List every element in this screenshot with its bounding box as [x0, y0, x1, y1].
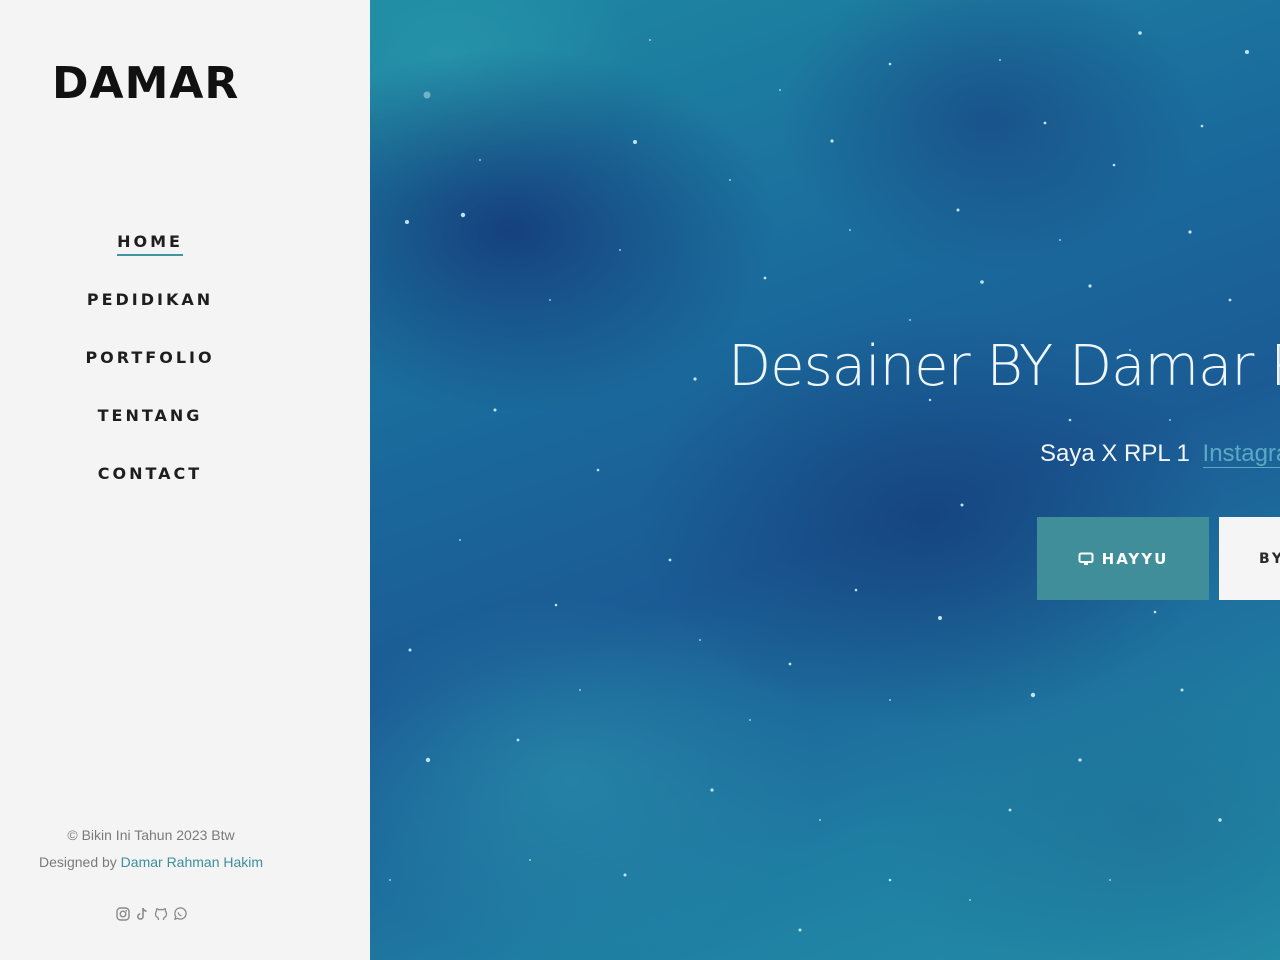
site-logo[interactable]: DAMAR	[52, 58, 239, 109]
nav-item-pedidikan[interactable]: PEDIDIKAN	[0, 290, 300, 348]
sidebar: DAMAR HOME PEDIDIKAN PORTFOLIO TENTANG C…	[0, 0, 370, 960]
page: DAMAR HOME PEDIDIKAN PORTFOLIO TENTANG C…	[0, 0, 1280, 960]
starfield-background	[389, 31, 1252, 932]
hero-subtitle-text: Saya X RPL 1	[1040, 440, 1190, 467]
nav-item-home[interactable]: HOME	[0, 232, 300, 290]
monitor-icon	[1078, 552, 1094, 565]
nav-item-label: TENTANG	[97, 406, 203, 425]
hayyu-button-label: HAYYU	[1101, 549, 1169, 568]
nav-item-label: PORTFOLIO	[85, 348, 215, 367]
nav-item-portfolio[interactable]: PORTFOLIO	[0, 348, 300, 406]
whatsapp-icon[interactable]	[172, 906, 188, 922]
instagram-link[interactable]: Instagra	[1202, 440, 1280, 468]
hero-section: Desainer BY Damar R Saya X RPL 1 Instagr…	[370, 0, 1280, 960]
nav-item-contact[interactable]: CONTACT	[0, 464, 300, 522]
copyright-text: © Bikin Ini Tahun 2023 Btw	[67, 827, 235, 843]
by-button-label: BY	[1259, 550, 1280, 567]
designer-credit: Designed by Damar Rahman Hakim	[0, 849, 302, 876]
designed-by-label: Designed by	[38, 854, 117, 870]
instagram-icon[interactable]	[115, 906, 131, 922]
sidebar-footer: © Bikin Ini Tahun 2023 Btw Designed by D…	[0, 822, 302, 876]
by-button[interactable]: BY	[1219, 517, 1280, 600]
nav-item-label: HOME	[117, 232, 183, 256]
nav-item-label: PEDIDIKAN	[86, 290, 214, 309]
social-links	[0, 906, 302, 922]
nav-item-tentang[interactable]: TENTANG	[0, 406, 300, 464]
designer-link[interactable]: Damar Rahman Hakim	[121, 854, 263, 870]
tiktok-icon[interactable]	[134, 906, 150, 922]
nav-item-label: CONTACT	[97, 464, 203, 483]
hero-subtitle: Saya X RPL 1 Instagra	[1040, 440, 1280, 468]
github-icon[interactable]	[153, 906, 169, 922]
hayyu-button[interactable]: HAYYU	[1037, 517, 1209, 600]
main-nav: HOME PEDIDIKAN PORTFOLIO TENTANG CONTACT	[0, 232, 300, 522]
hero-title: Desainer BY Damar R	[728, 334, 1280, 399]
